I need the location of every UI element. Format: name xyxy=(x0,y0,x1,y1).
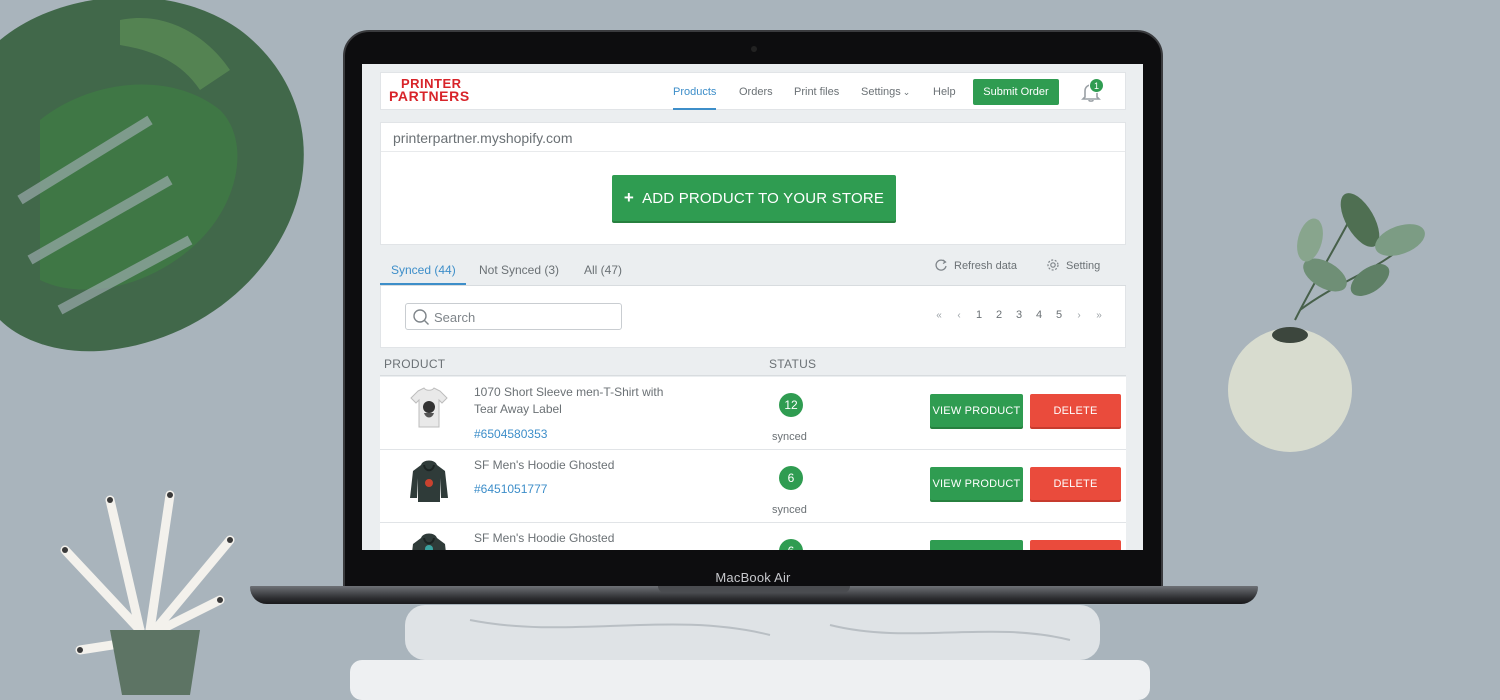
monstera-leaf-decoration xyxy=(0,0,304,352)
view-product-button[interactable]: VIEW PRODUCT xyxy=(930,540,1023,550)
hoodie-icon xyxy=(410,460,448,502)
app-screen: PRINTER PARTNERS Products Orders Print f… xyxy=(362,64,1143,550)
sync-tabs: Synced (44) Not Synced (3) All (47) Refr… xyxy=(380,256,1126,286)
refresh-icon xyxy=(935,259,947,271)
pagination-page-3[interactable]: 3 xyxy=(1009,309,1029,321)
nav-settings-label: Settings xyxy=(861,86,901,98)
pagination-first[interactable]: « xyxy=(929,310,949,321)
add-product-label: ADD PRODUCT TO YOUR STORE xyxy=(642,190,885,207)
pagination-prev[interactable]: ‹ xyxy=(949,310,969,321)
printer-partners-logo[interactable]: PRINTER PARTNERS xyxy=(389,77,470,103)
delete-button[interactable]: DELETE xyxy=(1030,394,1121,427)
nav-settings[interactable]: Settings ⌄ xyxy=(861,86,910,98)
search-box xyxy=(405,303,622,330)
column-header-status: STATUS xyxy=(769,357,817,371)
product-name: 1070 Short Sleeve men-T-Shirt with Tear … xyxy=(474,385,664,416)
product-id-link[interactable]: #6451051777 xyxy=(474,482,547,496)
pencil-cup-decoration xyxy=(60,490,235,695)
marble-pedestal-decoration xyxy=(350,605,1150,700)
plus-icon: + xyxy=(623,188,635,207)
tab-all[interactable]: All (47) xyxy=(584,263,622,277)
pagination-last[interactable]: » xyxy=(1089,310,1109,321)
search-icon xyxy=(413,309,429,325)
store-domain: printerpartner.myshopify.com xyxy=(381,123,1125,152)
status-count-badge: 6 xyxy=(779,539,803,550)
product-name: SF Men's Hoodie Ghosted xyxy=(474,531,615,545)
delete-button[interactable]: DELETE xyxy=(1030,540,1121,550)
add-product-to-store-button[interactable]: + ADD PRODUCT TO YOUR STORE xyxy=(612,175,896,221)
nav-products[interactable]: Products xyxy=(673,86,716,98)
table-row: 1070 Short Sleeve men-T-Shirt with Tear … xyxy=(380,377,1126,450)
table-row: SF Men's Hoodie Ghosted #6451051777 6 sy… xyxy=(380,450,1126,523)
refresh-data-button[interactable]: Refresh data xyxy=(934,258,1017,272)
pagination-next[interactable]: › xyxy=(1069,310,1089,321)
product-name: SF Men's Hoodie Ghosted xyxy=(474,458,615,472)
pagination-page-2[interactable]: 2 xyxy=(989,309,1009,321)
hoodie-icon xyxy=(412,533,446,550)
tshirt-icon xyxy=(410,387,448,428)
laptop-brand-label: MacBook Air xyxy=(715,570,791,585)
search-input[interactable] xyxy=(434,307,614,327)
search-toolbar: «‹12345›» xyxy=(380,286,1126,348)
view-product-button[interactable]: VIEW PRODUCT xyxy=(930,467,1023,500)
notification-count-badge: 1 xyxy=(1089,78,1104,93)
table-header: PRODUCT STATUS xyxy=(380,354,1126,376)
laptop-notch xyxy=(658,586,850,593)
pagination-page-1[interactable]: 1 xyxy=(969,309,989,321)
product-id-link[interactable]: #6504580353 xyxy=(474,427,547,441)
camera-icon xyxy=(751,46,757,52)
nav-orders[interactable]: Orders xyxy=(739,86,773,98)
setting-button[interactable]: Setting xyxy=(1046,258,1100,272)
active-nav-indicator xyxy=(673,108,716,110)
gear-icon xyxy=(1047,259,1059,271)
tab-synced[interactable]: Synced (44) xyxy=(391,263,456,277)
laptop-base xyxy=(250,586,1258,604)
status-label: synced xyxy=(772,431,807,443)
active-tab-indicator xyxy=(380,283,466,285)
setting-label: Setting xyxy=(1066,260,1101,272)
submit-order-button[interactable]: Submit Order xyxy=(973,79,1059,105)
chevron-down-icon: ⌄ xyxy=(902,87,911,97)
delete-button[interactable]: DELETE xyxy=(1030,467,1121,500)
status-label: synced xyxy=(772,504,807,516)
column-header-product: PRODUCT xyxy=(384,357,446,371)
pagination: «‹ 1 2 3 4 5 ›» xyxy=(929,309,1109,321)
status-count-badge: 6 xyxy=(779,466,803,490)
store-panel: printerpartner.myshopify.com + ADD PRODUC… xyxy=(380,122,1126,245)
top-navigation-bar: PRINTER PARTNERS Products Orders Print f… xyxy=(380,72,1126,110)
pagination-page-4[interactable]: 4 xyxy=(1029,309,1049,321)
vase-with-eucalyptus-decoration xyxy=(1228,193,1425,452)
refresh-data-label: Refresh data xyxy=(954,260,1017,272)
status-count-badge: 12 xyxy=(779,393,803,417)
pagination-page-5[interactable]: 5 xyxy=(1049,309,1069,321)
table-row: SF Men's Hoodie Ghosted 6 VIEW PRODUCT D… xyxy=(380,523,1126,550)
nav-help[interactable]: Help xyxy=(933,86,956,98)
tab-not-synced[interactable]: Not Synced (3) xyxy=(479,263,559,277)
view-product-button[interactable]: VIEW PRODUCT xyxy=(930,394,1023,427)
nav-print-files[interactable]: Print files xyxy=(794,86,839,98)
